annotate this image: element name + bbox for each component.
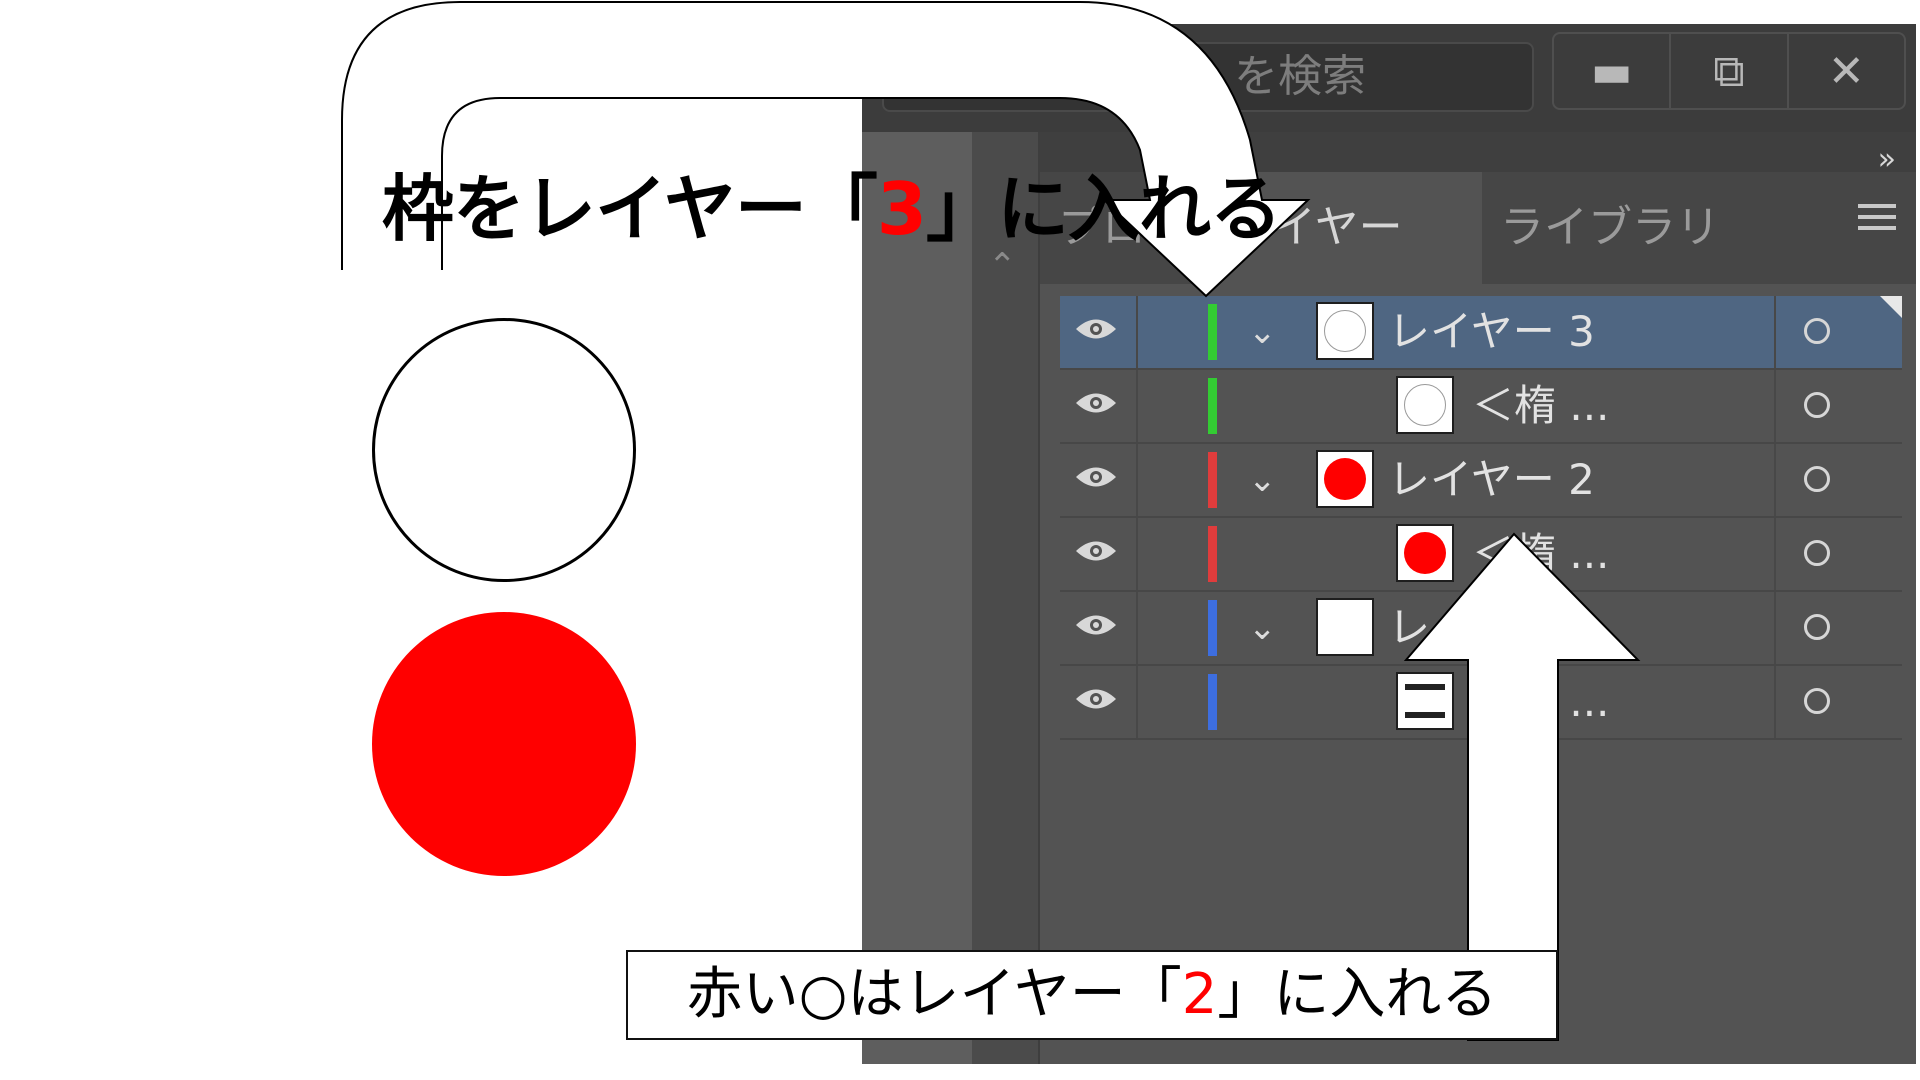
caption-frame-to-layer3: 枠をレイヤー「3」に入れる <box>382 167 1282 251</box>
caption-red-to-layer2: 赤い○はレイヤー「2」に入れる <box>626 950 1558 1040</box>
